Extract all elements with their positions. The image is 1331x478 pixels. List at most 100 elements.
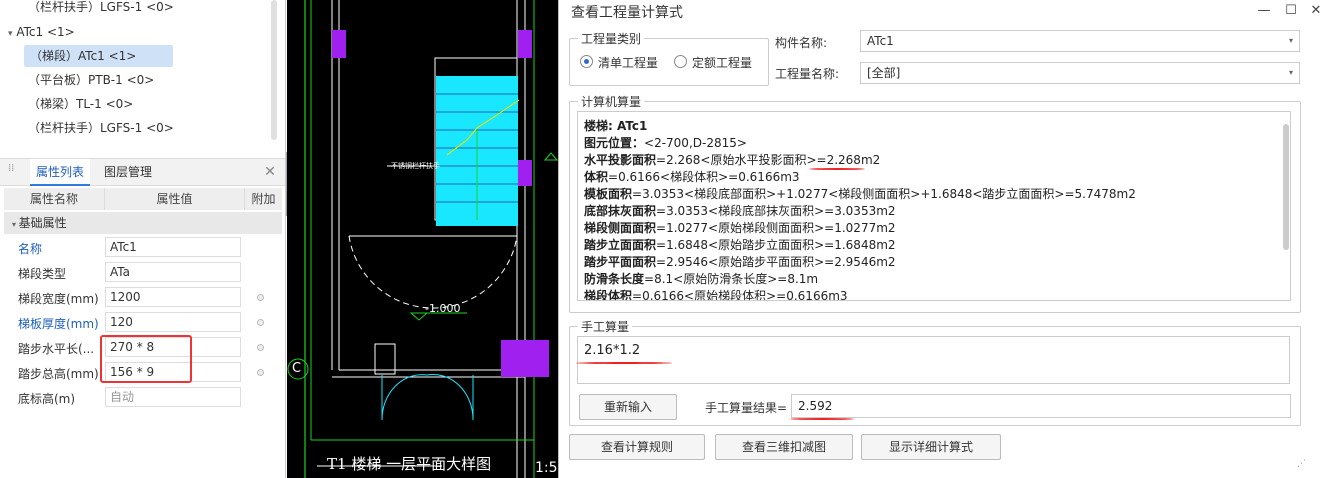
calc-key: 防滑条长度 xyxy=(584,272,645,286)
view-rules-button[interactable]: 查看计算规则 xyxy=(569,434,705,460)
tree-item-atc1[interactable]: ATc1 <1> xyxy=(16,25,74,39)
elevation-label: -1.000 xyxy=(425,302,461,315)
reenter-button[interactable]: 重新输入 xyxy=(579,394,677,420)
prop-value-input[interactable]: ATc1 xyxy=(105,237,241,257)
highlight-box xyxy=(100,335,192,383)
tree-item-atc1-expander[interactable]: ▾ ATc1 <1> xyxy=(8,21,75,43)
tree-scrollbar[interactable] xyxy=(271,0,277,140)
quantity-name-label: 工程量名称: xyxy=(775,67,840,81)
manual-input[interactable]: 2.16*1.2 xyxy=(577,336,1290,384)
calc-val: =2.268<原始水平投影面积>=2.268m2 xyxy=(656,153,881,167)
radio-bill-label[interactable]: 清单工程量 xyxy=(598,54,658,71)
prop-value-input[interactable]: ATa xyxy=(105,262,241,282)
tree-item-flight-atc1[interactable]: （梯段）ATc1 <1> xyxy=(24,45,173,67)
calc-key: 梯段侧面面积 xyxy=(584,221,657,235)
underline-mark xyxy=(576,362,672,364)
prop-label: 底标高(m) xyxy=(18,392,76,406)
prop-value-input[interactable]: 120 xyxy=(105,312,241,332)
show-detail-button[interactable]: 显示详细计算式 xyxy=(861,434,1001,460)
calc-line: 梯段侧面面积=1.0277<原始梯段侧面面积>=1.0277m2 xyxy=(584,220,1290,237)
quantity-dialog: 查看工程量计算式 — ☐ ✕ 工程量类别 清单工程量 定额工程量 构件名称: A… xyxy=(558,0,1331,478)
calc-line: 踏步平面面积=2.9546<原始踏步平面面积>=2.9546m2 xyxy=(584,254,1290,271)
tree-item-ptb1[interactable]: （平台板）PTB-1 <0> xyxy=(28,69,154,91)
calc-scrollbar[interactable] xyxy=(1283,124,1289,250)
radio-bill[interactable] xyxy=(580,55,593,68)
radio-quota-label[interactable]: 定额工程量 xyxy=(692,54,752,71)
group-label: 手工算量 xyxy=(578,318,633,335)
railing-note: 不锈钢栏杆扶手 xyxy=(391,162,440,170)
calc-val: =3.0353<梯段底部面积>+1.0277<梯段侧面面积>+1.6848<踏步… xyxy=(632,187,1136,201)
calc-val: =1.0277<原始梯段侧面面积>=1.0277m2 xyxy=(656,221,896,235)
attach-checkbox[interactable] xyxy=(257,369,264,376)
calc-key: 体积 xyxy=(584,170,609,184)
prop-value-input[interactable]: 自动 xyxy=(105,387,241,407)
chevron-down-icon: ▾ xyxy=(1288,36,1293,45)
quantity-name-select[interactable]: [全部] ▾ xyxy=(860,62,1300,84)
prop-label: 踏步水平长(... xyxy=(18,342,95,356)
calc-key: 踏步立面面积 xyxy=(584,238,657,252)
tab-properties[interactable]: 属性列表 xyxy=(30,159,91,186)
calc-val: =0.6166<原始梯段体积>=0.6166m3 xyxy=(632,289,848,301)
result-label: 手工算量结果= xyxy=(705,401,788,415)
prop-label: 梯板厚度(mm) xyxy=(18,317,99,331)
prop-label: 梯段类型 xyxy=(18,267,67,281)
minimize-icon[interactable]: — xyxy=(1254,2,1274,20)
select-value: [全部] xyxy=(867,66,901,80)
cad-viewport[interactable]: 不锈钢栏杆扶手 -1.000 C T1 楼梯 一层平面大样图 1:50 xyxy=(287,0,559,478)
attach-checkbox[interactable] xyxy=(257,294,264,301)
attach-checkbox[interactable] xyxy=(257,344,264,351)
tree-item-lgfs[interactable]: （栏杆扶手）LGFS-1 <0> xyxy=(28,117,174,139)
view-3d-button[interactable]: 查看三维扣减图 xyxy=(715,434,853,460)
calc-line: 图元位置：<2-700,D-2815> xyxy=(584,135,1290,152)
prop-label: 梯段宽度(mm) xyxy=(18,292,99,306)
cad-drawing xyxy=(287,0,559,478)
resize-grip-icon[interactable]: ⋰ xyxy=(1297,458,1309,470)
calc-line: 防滑条长度=8.1<原始防滑条长度>=8.1m xyxy=(584,271,1290,288)
underline-mark xyxy=(790,418,854,420)
underline-mark xyxy=(809,168,865,170)
tree-item-tl1[interactable]: （梯梁）TL-1 <0> xyxy=(28,93,133,115)
prop-row-thickness: 梯板厚度(mm) 120 xyxy=(4,311,282,336)
drawing-caption: T1 楼梯 一层平面大样图 xyxy=(327,455,492,473)
group-label: 工程量类别 xyxy=(578,30,645,47)
prop-value-input[interactable]: 1200 xyxy=(105,287,241,307)
result-field[interactable]: 2.592 xyxy=(791,394,1291,418)
maximize-icon[interactable]: ☐ xyxy=(1281,2,1301,20)
chevron-down-icon: ▾ xyxy=(1288,68,1293,77)
axis-label: C xyxy=(292,361,302,376)
calc-line: 体积=0.6166<梯段体积>=0.6166m3 xyxy=(584,169,1290,186)
calc-key: 楼梯: ATc1 xyxy=(584,119,648,133)
calc-line: 模板面积=3.0353<梯段底部面积>+1.0277<梯段侧面面积>+1.684… xyxy=(584,186,1290,203)
calc-line: 水平投影面积=2.268<原始水平投影面积>=2.268m2 xyxy=(584,152,1290,169)
tree-item-lgfs-top[interactable]: （栏杆扶手）LGFS-1 <0> xyxy=(28,0,174,18)
calc-val: =1.6848<原始踏步立面面积>=1.6848m2 xyxy=(656,238,896,252)
drawing-scale: 1:50 xyxy=(535,460,559,476)
component-name-label: 构件名称: xyxy=(775,36,828,50)
prop-row-type: 梯段类型 ATa xyxy=(4,261,282,286)
calc-text-area[interactable]: 楼梯: ATc1 图元位置：<2-700,D-2815> 水平投影面积=2.26… xyxy=(577,111,1291,301)
calc-key: 模板面积 xyxy=(584,187,633,201)
attach-checkbox[interactable] xyxy=(257,319,264,326)
radio-quota[interactable] xyxy=(674,55,687,68)
calc-key: 图元位置： xyxy=(584,136,645,150)
prop-row-width: 梯段宽度(mm) 1200 xyxy=(4,286,282,311)
calc-val: =2.9546<原始踏步平面面积>=2.9546m2 xyxy=(656,255,896,269)
close-icon[interactable]: ✕ xyxy=(1306,2,1326,20)
tab-layers[interactable]: 图层管理 xyxy=(98,159,158,186)
prop-label: 名称 xyxy=(18,242,43,256)
section-label: 基础属性 xyxy=(18,216,67,230)
component-name-select[interactable]: ATc1 ▾ xyxy=(860,30,1300,52)
left-panel: （栏杆扶手）LGFS-1 <0> ▾ ATc1 <1> （梯段）ATc1 <1>… xyxy=(0,0,286,478)
chevron-down-icon[interactable]: ▾ xyxy=(8,29,13,39)
calc-val: =8.1<原始防滑条长度>=8.1m xyxy=(644,272,819,286)
manual-input-value: 2.16*1.2 xyxy=(584,343,641,358)
prop-row-name: 名称 ATc1 xyxy=(4,236,282,261)
close-icon[interactable]: ✕ xyxy=(262,163,278,181)
col-header-value: 属性值 xyxy=(105,188,245,210)
dialog-title: 查看工程量计算式 xyxy=(571,5,683,21)
drag-handle-icon[interactable]: ⁞⁞ xyxy=(8,164,16,180)
calc-key: 踏步平面面积 xyxy=(584,255,657,269)
prop-row-bottom-elev: 底标高(m) 自动 xyxy=(4,386,282,411)
section-basic[interactable]: ▾ 基础属性 xyxy=(4,212,282,234)
calc-key: 底部抹灰面积 xyxy=(584,204,657,218)
